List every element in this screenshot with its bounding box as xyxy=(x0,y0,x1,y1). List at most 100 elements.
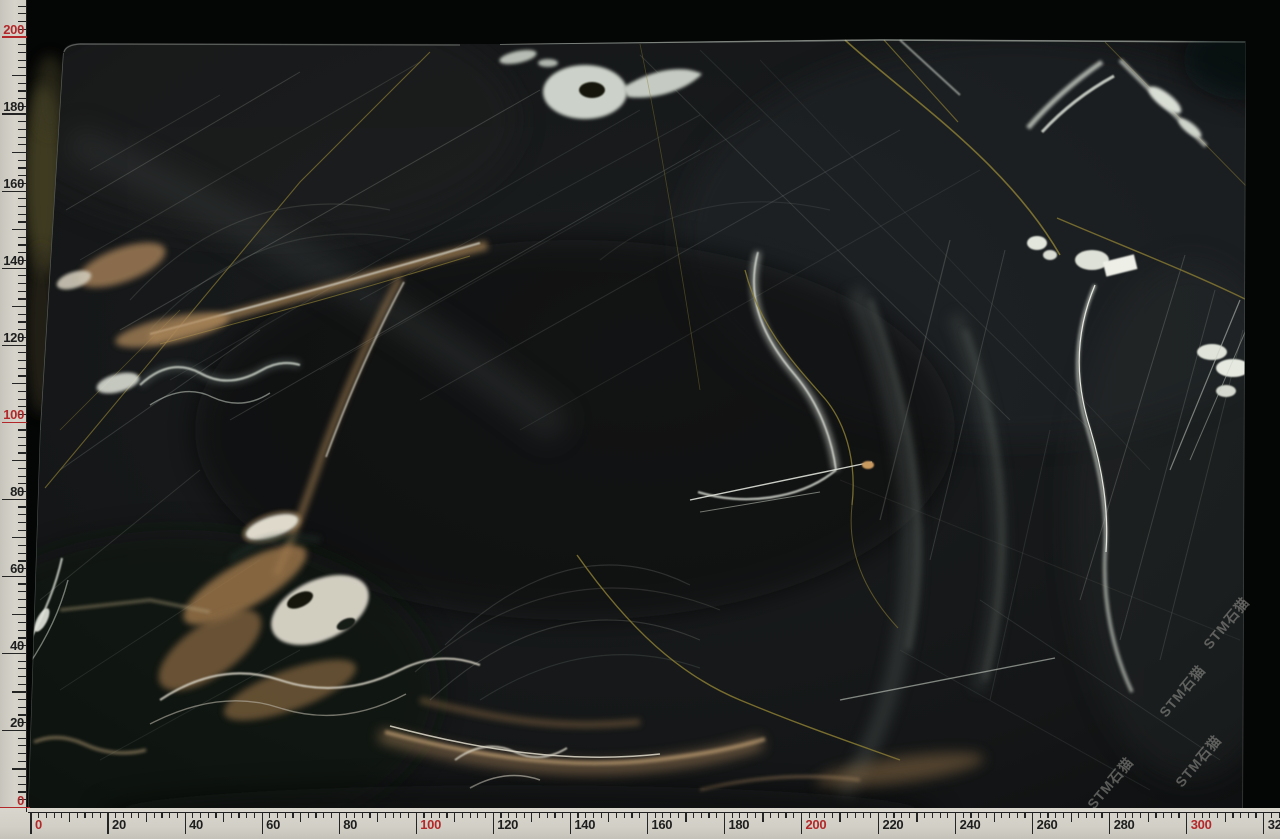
bottom-ruler-label-60: 60 xyxy=(266,818,280,831)
left-ruler-tick xyxy=(18,661,27,662)
bottom-ruler-tick xyxy=(485,812,486,818)
left-ruler-tick xyxy=(18,90,27,91)
bottom-ruler-label-320: 320 xyxy=(1268,818,1280,831)
left-ruler-tick xyxy=(18,283,27,284)
left-ruler-tick xyxy=(18,591,27,592)
left-ruler-label-120: 120 xyxy=(0,331,24,344)
bottom-ruler-tick xyxy=(454,812,455,822)
bottom-ruler-tick xyxy=(870,812,871,818)
left-ruler-tick xyxy=(18,514,27,515)
bottom-ruler-tick xyxy=(708,812,709,818)
bottom-ruler-tick xyxy=(755,812,756,818)
bottom-ruler-tick xyxy=(1109,812,1110,834)
bottom-ruler-tick xyxy=(770,812,771,818)
bottom-ruler-tick xyxy=(832,812,833,818)
bottom-ruler-tick xyxy=(986,812,987,818)
bottom-ruler-tick xyxy=(1063,812,1064,818)
bottom-ruler-tick xyxy=(231,812,232,818)
left-ruler-tick xyxy=(12,383,27,384)
bottom-ruler-tick xyxy=(616,812,617,818)
left-ruler-tick xyxy=(18,275,27,276)
left-ruler-tick xyxy=(18,6,27,7)
bottom-ruler-tick xyxy=(77,812,78,818)
bottom-ruler-tick xyxy=(69,812,70,822)
bottom-ruler-label-220: 220 xyxy=(883,818,904,831)
left-ruler-tick xyxy=(18,676,27,677)
bottom-ruler-tick xyxy=(385,812,386,818)
bottom-ruler-tick xyxy=(154,812,155,818)
bottom-ruler-tick xyxy=(693,812,694,818)
bottom-ruler-tick xyxy=(308,812,309,818)
left-ruler-tick xyxy=(18,738,27,739)
bottom-ruler-tick xyxy=(331,812,332,818)
bottom-ruler-tick xyxy=(254,812,255,818)
bottom-ruler-tick xyxy=(369,812,370,818)
bottom-ruler-tick xyxy=(92,812,93,818)
bottom-ruler-label-80: 80 xyxy=(343,818,357,831)
bottom-ruler-tick xyxy=(215,812,216,818)
bottom-ruler-tick xyxy=(909,812,910,818)
bottom-ruler-tick xyxy=(539,812,540,818)
left-ruler-tick xyxy=(18,583,27,584)
left-ruler-tick xyxy=(12,306,27,307)
bottom-ruler-tick xyxy=(1155,812,1156,818)
bottom-ruler-tick xyxy=(531,812,532,822)
bottom-ruler-tick xyxy=(146,812,147,822)
bottom-ruler-tick xyxy=(208,812,209,818)
left-ruler-tick xyxy=(18,298,27,299)
left-ruler-tick xyxy=(18,699,27,700)
bottom-ruler-tick xyxy=(1171,812,1172,818)
bottom-ruler-tick xyxy=(554,812,555,818)
bottom-ruler-tick xyxy=(462,812,463,818)
left-ruler-tick xyxy=(2,730,27,731)
bottom-ruler-tick xyxy=(547,812,548,818)
bottom-ruler-tick xyxy=(1086,812,1087,818)
bottom-ruler-tick xyxy=(323,812,324,818)
bottom-ruler-tick xyxy=(608,812,609,822)
left-ruler-tick xyxy=(18,429,27,430)
bottom-ruler-label-0: 0 xyxy=(35,818,42,831)
left-ruler-tick xyxy=(18,221,27,222)
left-ruler-tick xyxy=(18,144,27,145)
bottom-ruler-tick xyxy=(631,812,632,818)
bottom-ruler-tick xyxy=(238,812,239,818)
left-ruler-tick xyxy=(18,468,27,469)
bottom-ruler-tick xyxy=(1240,812,1241,818)
bottom-ruler-tick xyxy=(570,812,571,834)
left-ruler-tick xyxy=(18,167,27,168)
bottom-ruler-tick xyxy=(601,812,602,818)
bottom-ruler-tick xyxy=(785,812,786,818)
left-ruler-tick xyxy=(18,599,27,600)
bottom-ruler-tick xyxy=(724,812,725,834)
left-ruler-tick xyxy=(18,622,27,623)
left-ruler-tick xyxy=(18,761,27,762)
left-ruler-tick xyxy=(18,753,27,754)
bottom-ruler-tick xyxy=(801,812,802,834)
bottom-ruler-tick xyxy=(716,812,717,818)
left-ruler-tick xyxy=(18,129,27,130)
bottom-ruler-label-180: 180 xyxy=(728,818,749,831)
bottom-ruler-tick xyxy=(30,812,31,834)
bottom-ruler-tick xyxy=(793,812,794,818)
left-ruler-tick xyxy=(18,607,27,608)
bottom-ruler-label-120: 120 xyxy=(497,818,518,831)
bottom-ruler-tick xyxy=(185,812,186,834)
bottom-ruler-tick xyxy=(339,812,340,834)
left-ruler-tick xyxy=(18,360,27,361)
bottom-ruler-tick xyxy=(1225,812,1226,822)
bottom-ruler-tick xyxy=(61,812,62,818)
bottom-ruler-tick xyxy=(639,812,640,818)
bottom-ruler-tick xyxy=(1186,812,1187,834)
left-ruler-tick xyxy=(18,668,27,669)
left-ruler-tick xyxy=(18,60,27,61)
bottom-ruler-tick xyxy=(138,812,139,818)
bottom-ruler-tick xyxy=(778,812,779,818)
left-ruler-tick xyxy=(18,476,27,477)
bottom-ruler-tick xyxy=(285,812,286,818)
bottom-ruler-tick xyxy=(1024,812,1025,818)
left-ruler-label-20: 20 xyxy=(0,716,24,729)
left-ruler-label-40: 40 xyxy=(0,639,24,652)
bottom-ruler-label-100: 100 xyxy=(420,818,441,831)
left-ruler-tick xyxy=(18,244,27,245)
bottom-ruler-label-240: 240 xyxy=(960,818,981,831)
